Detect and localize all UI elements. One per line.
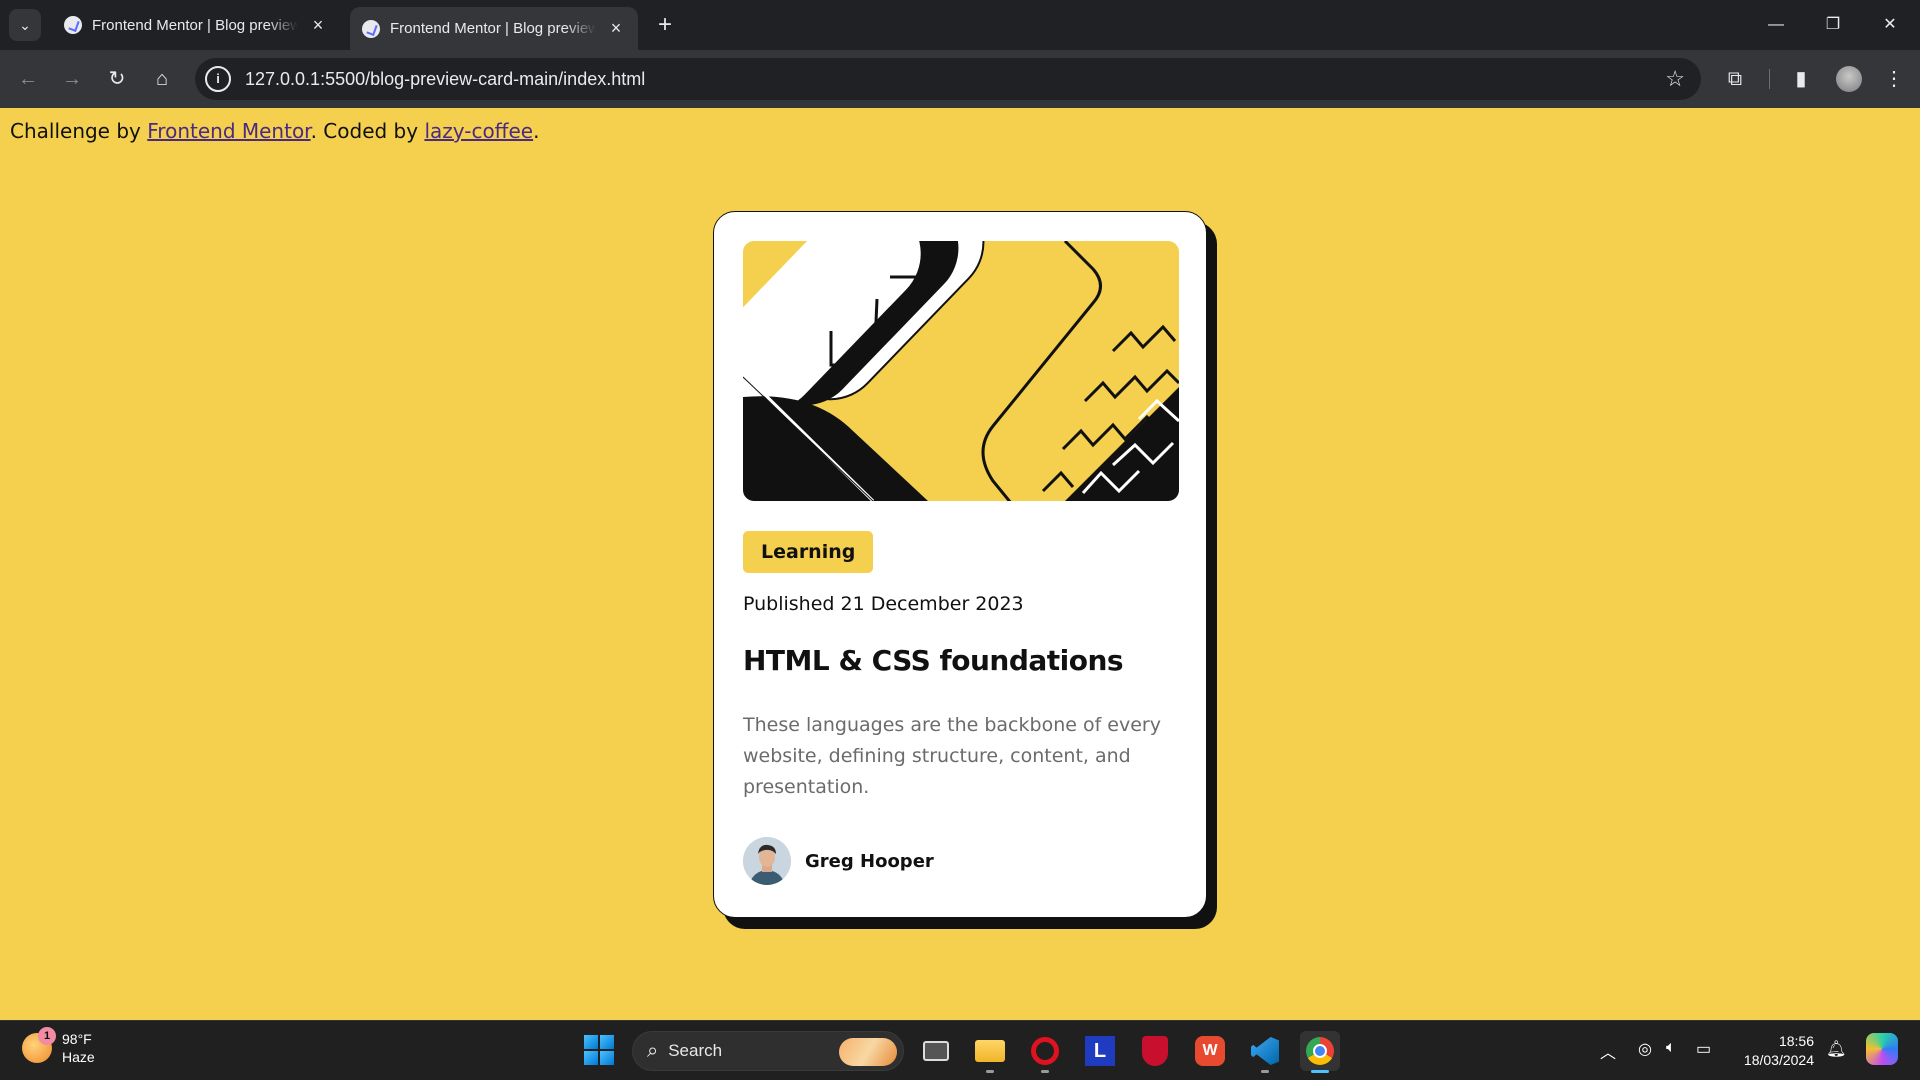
- frontend-mentor-link[interactable]: Frontend Mentor: [147, 119, 310, 143]
- attribution-middle: . Coded by: [310, 119, 425, 143]
- home-icon[interactable]: ⌂: [146, 63, 178, 95]
- browser-toolbar: ← → ↻ ⌂ i 127.0.0.1:5500/blog-preview-ca…: [0, 50, 1920, 108]
- browser-tab-2[interactable]: Frontend Mentor | Blog preview card ×: [350, 7, 638, 50]
- published-date: Published 21 December 2023: [743, 593, 1024, 615]
- show-hidden-icons-chevron-icon[interactable]: ︿: [1600, 1039, 1616, 1063]
- windows-start-icon[interactable]: [584, 1035, 614, 1065]
- vscode-icon[interactable]: [1245, 1031, 1285, 1073]
- weather-condition: Haze: [62, 1049, 95, 1065]
- author-profile-link[interactable]: lazy-coffee: [424, 119, 533, 143]
- opera-browser-icon[interactable]: [1025, 1031, 1065, 1073]
- network-globe-icon[interactable]: ◎: [1638, 1039, 1652, 1059]
- card-title[interactable]: HTML & CSS foundations: [743, 644, 1124, 677]
- profile-avatar[interactable]: [1836, 66, 1862, 92]
- url-text[interactable]: 127.0.0.1:5500/blog-preview-card-main/in…: [245, 69, 1665, 90]
- clock-date: 18/03/2024: [1743, 1052, 1814, 1068]
- attribution: Challenge by Frontend Mentor. Coded by l…: [10, 119, 539, 143]
- attribution-prefix: Challenge by: [10, 119, 148, 143]
- site-info-icon[interactable]: i: [205, 66, 231, 92]
- attribution-suffix: .: [533, 119, 540, 143]
- close-tab-icon[interactable]: ×: [308, 15, 328, 36]
- restore-window-icon[interactable]: ❐: [1813, 8, 1853, 42]
- frontend-mentor-favicon-icon: [64, 16, 82, 34]
- bookmark-star-icon[interactable]: ☆: [1665, 66, 1685, 92]
- search-highlight-image: [839, 1038, 897, 1066]
- frontend-mentor-favicon-icon: [362, 19, 380, 38]
- search-icon: ⌕: [647, 1039, 659, 1062]
- battery-icon[interactable]: ▭: [1696, 1039, 1711, 1059]
- system-clock[interactable]: 18:56 18/03/2024: [1736, 1032, 1814, 1070]
- forward-arrow-icon[interactable]: →: [56, 63, 88, 95]
- side-panel-icon[interactable]: ▮: [1785, 63, 1817, 95]
- task-view-icon[interactable]: [916, 1031, 956, 1071]
- more-menu-icon[interactable]: ⋮: [1878, 63, 1910, 95]
- toolbar-divider: [1769, 69, 1770, 89]
- tab-search-chevron-icon[interactable]: ⌄: [9, 9, 41, 41]
- taskbar: 1 98°F Haze ⌕ Search L W ︿ ◎ 🔈︎ ▭ 18:56 …: [0, 1020, 1920, 1080]
- author-name: Greg Hooper: [805, 850, 934, 872]
- close-tab-icon[interactable]: ×: [606, 18, 626, 39]
- chrome-icon[interactable]: [1300, 1031, 1340, 1073]
- extensions-puzzle-icon[interactable]: ⧉: [1719, 63, 1751, 95]
- l-app-icon[interactable]: L: [1080, 1031, 1120, 1071]
- category-tag: Learning: [743, 531, 874, 573]
- weather-text: 98°F Haze: [62, 1030, 95, 1066]
- mcafee-shield-icon[interactable]: [1135, 1031, 1175, 1071]
- tab-title: Frontend Mentor | Blog preview card: [390, 20, 596, 37]
- back-arrow-icon[interactable]: ←: [12, 63, 44, 95]
- taskbar-search[interactable]: ⌕ Search: [632, 1031, 904, 1071]
- weather-temperature: 98°F: [62, 1031, 92, 1047]
- blog-preview-card: Learning Published 21 December 2023 HTML…: [713, 211, 1207, 918]
- blog-illustration: [743, 241, 1179, 501]
- address-bar[interactable]: i 127.0.0.1:5500/blog-preview-card-main/…: [195, 58, 1701, 100]
- clock-time: 18:56: [1778, 1033, 1814, 1049]
- new-tab-plus-icon[interactable]: +: [650, 10, 680, 40]
- browser-tab-bar: ⌄ Frontend Mentor | Blog preview card × …: [0, 0, 1920, 50]
- weather-widget[interactable]: 1 98°F Haze: [22, 1027, 95, 1066]
- author-avatar: [743, 837, 791, 885]
- close-window-icon[interactable]: ✕: [1870, 8, 1910, 42]
- reload-icon[interactable]: ↻: [101, 63, 133, 95]
- search-label: Search: [668, 1041, 723, 1060]
- tab-title: Frontend Mentor | Blog preview card: [92, 16, 298, 34]
- browser-tab-1[interactable]: Frontend Mentor | Blog preview card ×: [52, 7, 340, 43]
- copilot-icon[interactable]: [1866, 1033, 1898, 1065]
- volume-icon[interactable]: 🔈︎: [1666, 1039, 1676, 1057]
- card-description: These languages are the backbone of ever…: [743, 714, 1161, 798]
- wps-office-icon[interactable]: W: [1190, 1031, 1230, 1071]
- file-explorer-icon[interactable]: [970, 1031, 1010, 1073]
- weather-notification-badge: 1: [38, 1027, 56, 1045]
- notification-bell-icon[interactable]: 🔔︎: [1826, 1039, 1846, 1059]
- minimize-window-icon[interactable]: —: [1756, 8, 1796, 42]
- author: Greg Hooper: [743, 837, 934, 885]
- weather-haze-icon: 1: [22, 1027, 56, 1063]
